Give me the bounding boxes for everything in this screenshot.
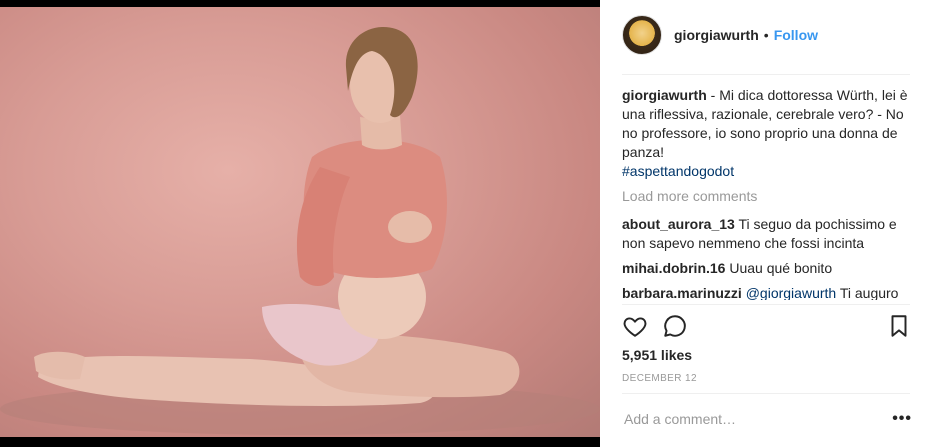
avatar[interactable] [622, 15, 662, 55]
add-comment-bar: ••• [622, 404, 912, 434]
caption-username[interactable]: giorgiawurth [622, 87, 707, 103]
comment-item: mihai.dobrin.16 Uuau qué bonito [622, 259, 912, 278]
photo-illustration [0, 26, 600, 435]
comments-divider [622, 304, 910, 305]
bookmark-icon[interactable] [886, 313, 912, 339]
footer-divider [622, 393, 910, 394]
header-username[interactable]: giorgiawurth [674, 27, 759, 43]
post-photo[interactable] [0, 7, 600, 437]
heart-icon[interactable] [622, 313, 648, 339]
comments-list: giorgiawurth - Mi dica dottoressa Würth,… [622, 86, 912, 300]
comment-text: Uuau qué bonito [729, 260, 833, 276]
comment-mention[interactable]: @giorgiawurth [746, 285, 836, 300]
caption-hashtag[interactable]: #aspettandogodot [622, 162, 912, 181]
photo-panel [0, 0, 600, 447]
comment-item: about_aurora_13 Ti seguo da pochissimo e… [622, 215, 912, 253]
post-date: DECEMBER 12 [622, 373, 697, 384]
load-more-comments-link[interactable]: Load more comments [622, 187, 912, 206]
caption: giorgiawurth - Mi dica dottoressa Würth,… [622, 86, 912, 181]
follow-button[interactable]: Follow [774, 27, 818, 43]
comment-icon[interactable] [662, 313, 688, 339]
likes-count[interactable]: 5,951 likes [622, 347, 692, 363]
comment-username[interactable]: barbara.marinuzzi [622, 285, 742, 300]
post-header: giorgiawurth • Follow [622, 14, 818, 56]
header-divider [622, 74, 910, 75]
action-bar [622, 311, 912, 341]
comment-username[interactable]: mihai.dobrin.16 [622, 260, 725, 276]
add-comment-input[interactable] [622, 410, 893, 428]
more-options-icon[interactable]: ••• [892, 410, 912, 428]
comment-username[interactable]: about_aurora_13 [622, 216, 735, 232]
header-separator: • [763, 27, 769, 43]
instagram-post: giorgiawurth • Follow giorgiawurth - Mi … [0, 0, 932, 447]
post-sidebar: giorgiawurth • Follow giorgiawurth - Mi … [600, 0, 932, 447]
comment-item: barbara.marinuzzi @giorgiawurth Ti augur… [622, 284, 912, 300]
